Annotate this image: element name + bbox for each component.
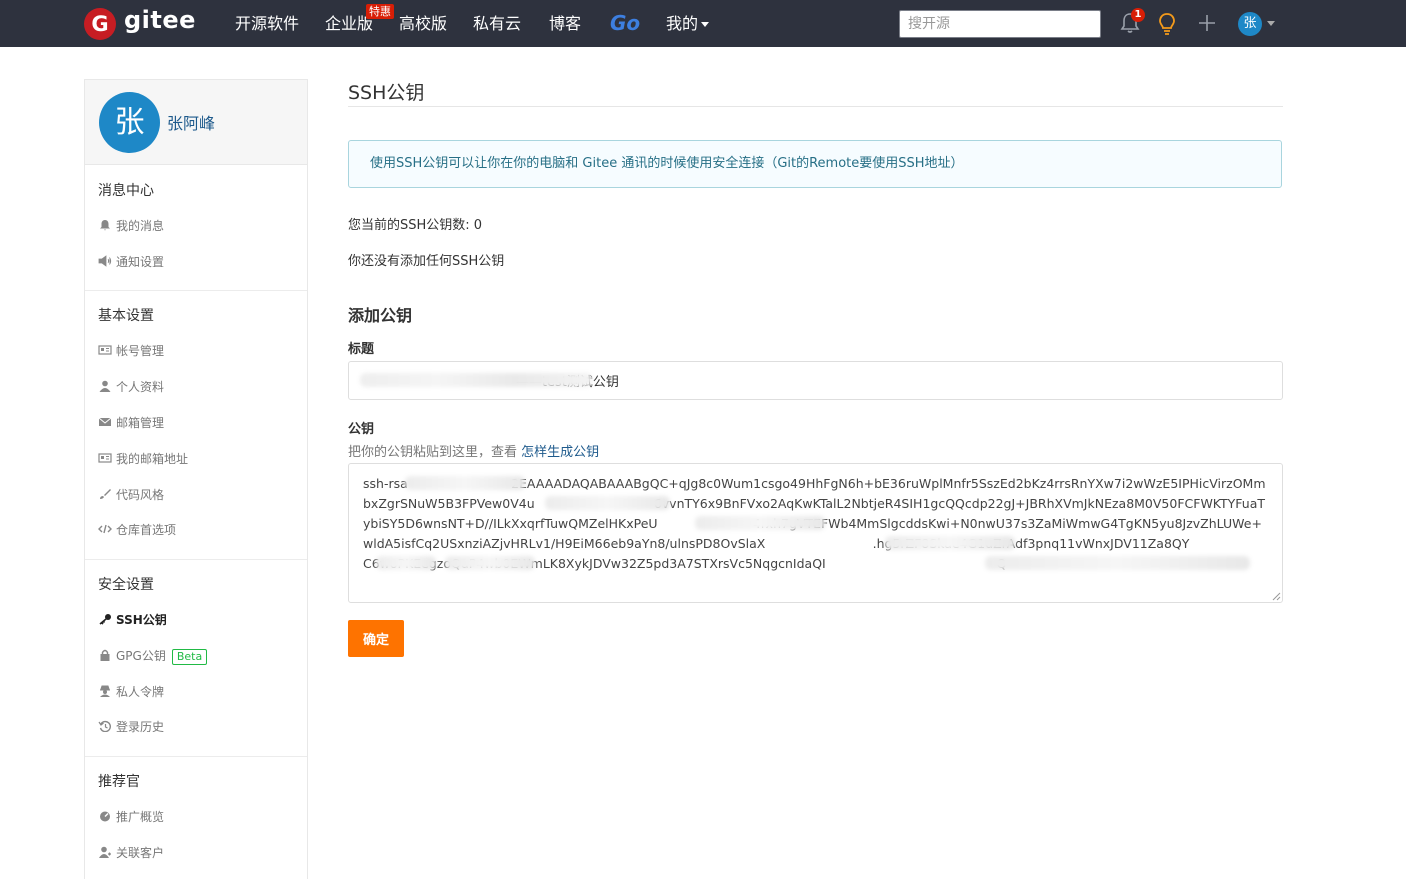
sidebar-item-label: 推广概览 <box>116 810 165 824</box>
bell-icon <box>100 220 110 231</box>
search-input[interactable] <box>899 10 1101 38</box>
sidebar-item-email-address[interactable]: 我的邮箱地址 <box>98 450 188 468</box>
brush-icon <box>100 489 111 499</box>
sidebar-item-private-tokens[interactable]: 私人令牌 <box>98 683 164 701</box>
nav-private-cloud[interactable]: 私有云 <box>473 13 521 35</box>
sidebar-item-label: 代码风格 <box>116 488 165 502</box>
ssh-key-count: 您当前的SSH公钥数: 0 <box>348 218 483 233</box>
history-icon <box>98 720 111 732</box>
sidebar-item-gpg-keys[interactable]: GPG公钥 Beta <box>98 647 208 665</box>
lock-icon <box>100 649 110 661</box>
sidebar-item-label: 帐号管理 <box>116 344 165 358</box>
confirm-button[interactable]: 确定 <box>348 620 404 657</box>
beta-badge: Beta <box>171 649 208 665</box>
speaker-icon <box>98 255 112 267</box>
sidebar-item-label: 个人资料 <box>116 380 165 394</box>
section-basic-settings: 基本设置 <box>98 308 154 324</box>
user-link-icon <box>99 846 111 858</box>
sidebar-item-label: 仓库首选项 <box>116 523 177 537</box>
divider <box>85 290 307 291</box>
sidebar-item-label: 私人令牌 <box>116 685 165 699</box>
gitee-logo-text[interactable]: gitee <box>124 6 196 34</box>
how-to-generate-link[interactable]: 怎样生成公钥 <box>521 445 599 460</box>
section-referral: 推荐官 <box>98 774 140 790</box>
redacted-blur <box>376 556 436 570</box>
profile-card: 张 张阿峰 <box>85 80 307 165</box>
envelope-icon <box>98 417 112 426</box>
redacted-blur <box>985 556 1250 570</box>
redacted-blur <box>545 496 670 510</box>
nav-education[interactable]: 高校版 <box>399 13 447 35</box>
sidebar-item-notify-settings[interactable]: 通知设置 <box>98 253 164 271</box>
user-secret-icon <box>100 685 110 697</box>
gitee-logo-icon[interactable]: G <box>84 8 116 40</box>
add-key-heading: 添加公钥 <box>348 306 413 325</box>
sidebar-item-my-messages[interactable]: 我的消息 <box>98 217 164 235</box>
nav-blog[interactable]: 博客 <box>549 13 581 35</box>
sidebar-item-label: GPG公钥 <box>116 649 166 663</box>
sidebar-item-login-history[interactable]: 登录历史 <box>98 718 164 736</box>
sidebar-item-account[interactable]: 帐号管理 <box>98 342 164 360</box>
title-label: 标题 <box>348 342 375 357</box>
sidebar-item-label: 我的邮箱地址 <box>116 452 189 466</box>
settings-sidebar: 张 张阿峰 消息中心 我的消息 通知设置 基本设置 帐号管理 个人资料 邮箱管理… <box>84 79 308 879</box>
section-message-center: 消息中心 <box>98 183 154 199</box>
page-title: SSH公钥 <box>348 82 425 104</box>
key-icon <box>99 614 111 625</box>
notification-count-badge: 1 <box>1131 8 1145 22</box>
sidebar-item-linked-customers[interactable]: 关联客户 <box>98 844 164 862</box>
info-message: 使用SSH公钥可以让你在你的电脑和 Gitee 通讯的时候使用安全连接（Git的… <box>348 140 1282 188</box>
user-avatar[interactable]: 张 <box>1238 12 1262 36</box>
redacted-blur <box>405 476 525 490</box>
sidebar-item-label: 登录历史 <box>116 720 165 734</box>
key-hint-text: 把你的公钥粘贴到这里，查看 <box>348 445 522 460</box>
plus-icon[interactable] <box>1198 14 1216 32</box>
lightbulb-icon[interactable] <box>1157 12 1177 36</box>
sidebar-item-referral-overview[interactable]: 推广概览 <box>98 808 164 826</box>
code-icon <box>98 524 112 534</box>
nav-open-source[interactable]: 开源软件 <box>235 13 299 35</box>
empty-state-text: 你还没有添加任何SSH公钥 <box>348 254 505 269</box>
redacted-blur <box>445 556 535 570</box>
username-link[interactable]: 张阿峰 <box>167 110 215 134</box>
redacted-blur <box>695 516 825 530</box>
key-label: 公钥 <box>348 422 375 437</box>
key-hint: 把你的公钥粘贴到这里，查看 怎样生成公钥 <box>348 441 599 460</box>
resize-handle-icon[interactable] <box>1271 591 1281 601</box>
avatar[interactable]: 张 <box>99 92 160 153</box>
divider <box>85 756 307 757</box>
sidebar-item-profile[interactable]: 个人资料 <box>98 378 164 396</box>
sidebar-item-label: 我的消息 <box>116 219 165 233</box>
sidebar-item-code-style[interactable]: 代码风格 <box>98 486 164 504</box>
sidebar-item-ssh-keys[interactable]: SSH公钥 <box>98 611 167 629</box>
divider <box>85 559 307 560</box>
sidebar-item-repo-preferences[interactable]: 仓库首选项 <box>98 521 176 539</box>
sidebar-item-label: SSH公钥 <box>116 613 167 627</box>
user-icon <box>99 380 111 392</box>
redacted-blur <box>360 373 592 387</box>
dashboard-icon <box>100 811 110 822</box>
top-navbar: G gitee 开源软件 企业版 特惠 高校版 私有云 博客 Go 我的 1 张 <box>0 0 1406 47</box>
redacted-blur <box>885 536 1015 550</box>
promo-badge: 特惠 <box>366 4 394 19</box>
section-security-settings: 安全设置 <box>98 577 154 593</box>
sidebar-item-email-manage[interactable]: 邮箱管理 <box>98 414 164 432</box>
nav-go-logo[interactable]: Go <box>610 11 640 35</box>
avatar-chevron-down-icon[interactable] <box>1267 21 1275 26</box>
sidebar-item-label: 通知设置 <box>116 255 165 269</box>
id-card-icon <box>98 453 112 463</box>
sidebar-item-label: 关联客户 <box>116 846 165 860</box>
nav-mine-label: 我的 <box>666 14 699 33</box>
nav-mine-dropdown[interactable]: 我的 <box>666 13 710 35</box>
id-card-icon <box>98 345 112 355</box>
sidebar-item-label: 邮箱管理 <box>116 416 165 430</box>
divider <box>348 106 1283 107</box>
chevron-down-icon <box>701 22 710 27</box>
